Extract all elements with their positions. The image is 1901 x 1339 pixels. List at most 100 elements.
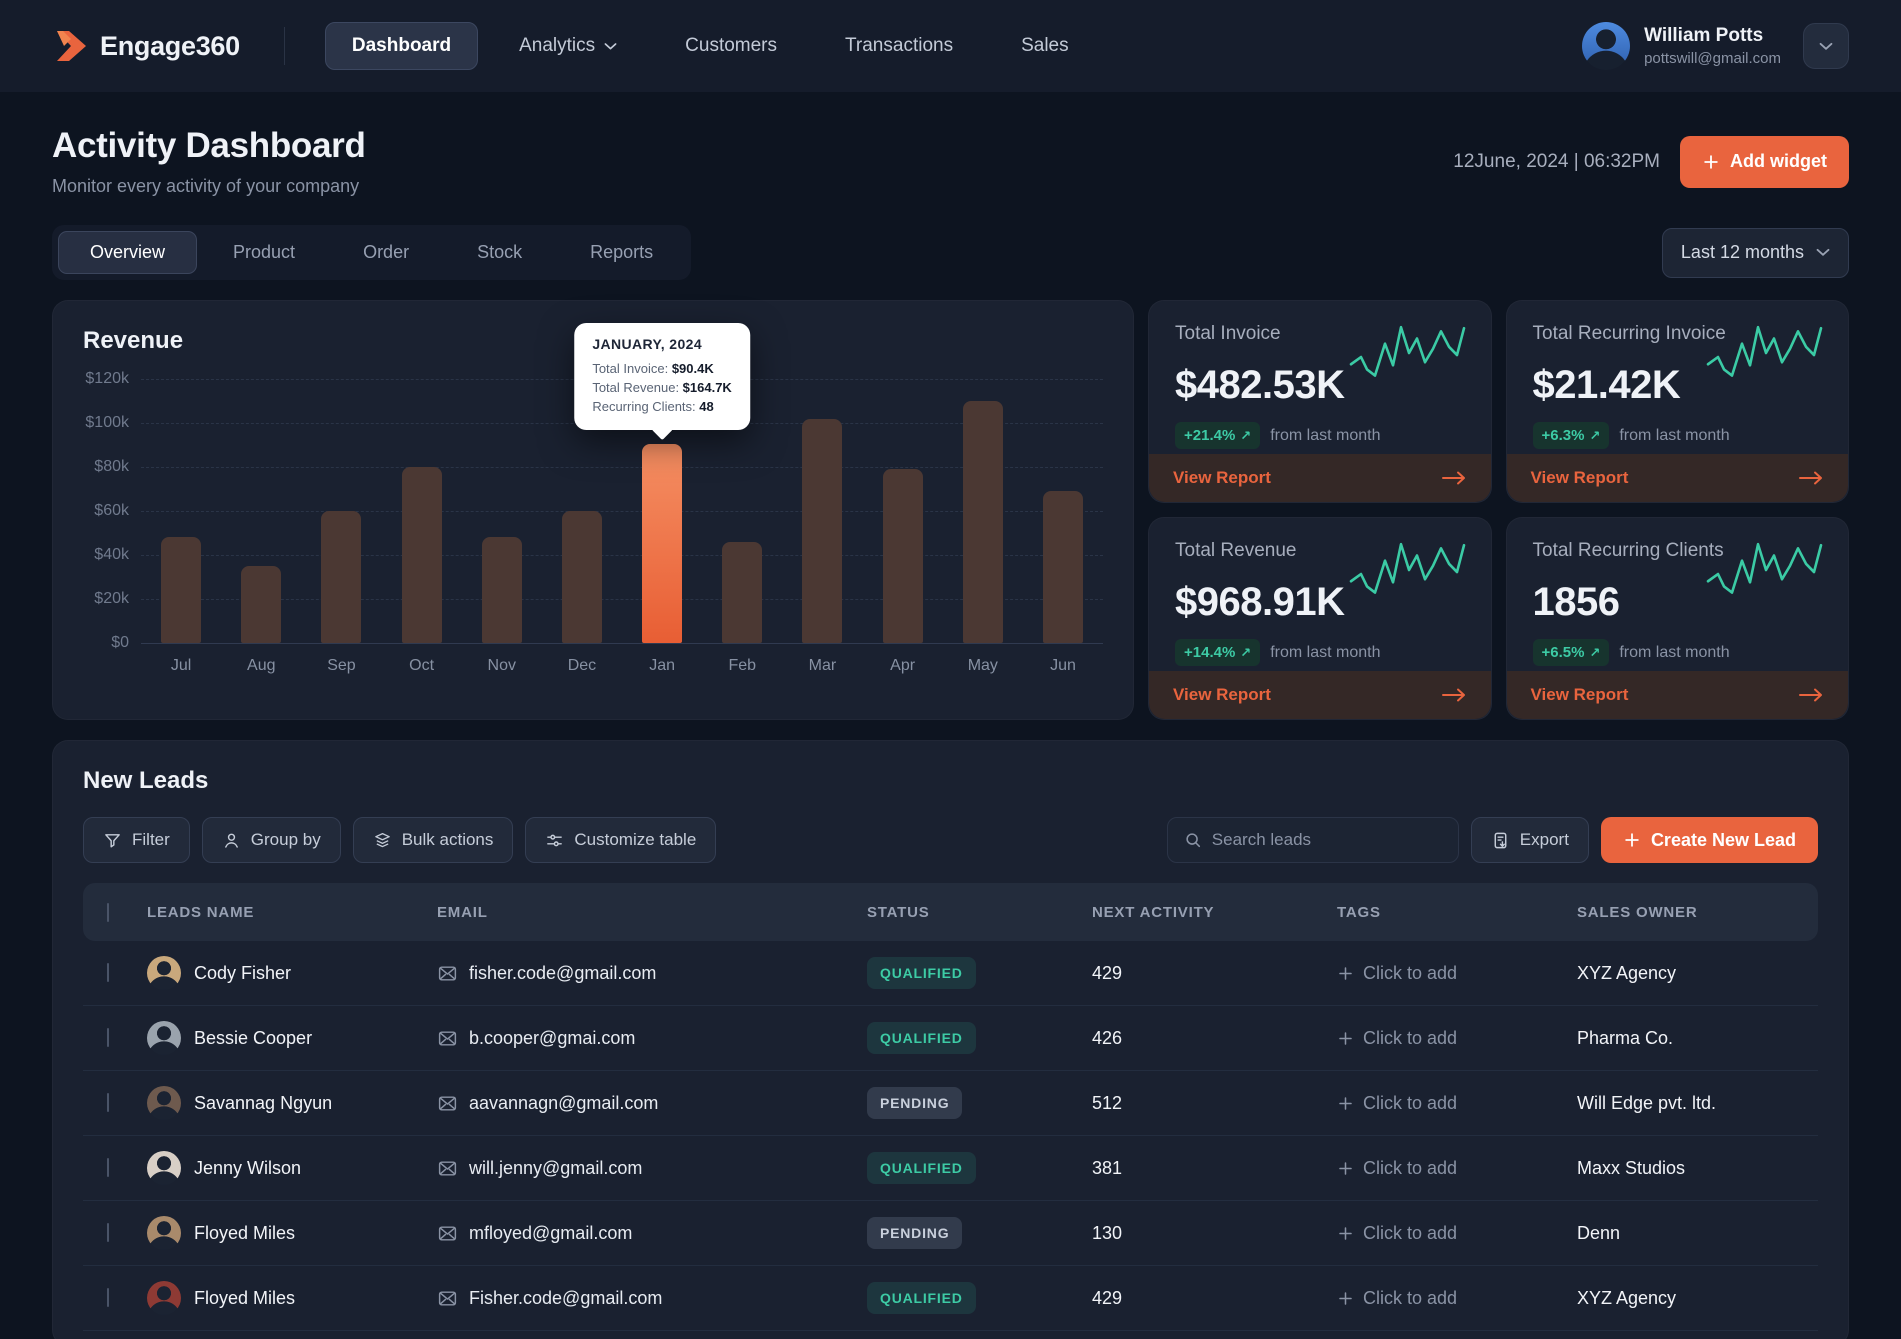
add-tag-label: Click to add xyxy=(1363,1027,1458,1048)
bar-jul[interactable] xyxy=(161,537,202,643)
create-new-lead-button[interactable]: Create New Lead xyxy=(1600,817,1818,863)
plus-icon xyxy=(1337,1095,1354,1112)
tab-order[interactable]: Order xyxy=(331,231,441,274)
lead-email-cell: Fisher.code@gmail.com xyxy=(437,1288,867,1309)
bar-slot xyxy=(221,379,301,643)
filter-label: Filter xyxy=(132,830,170,849)
mail-icon xyxy=(437,963,458,984)
bulk-actions-label: Bulk actions xyxy=(401,830,494,849)
row-checkbox[interactable] xyxy=(107,1223,109,1242)
sparkline-icon xyxy=(1706,325,1823,377)
bar-apr[interactable] xyxy=(882,469,923,643)
x-tick-label: Oct xyxy=(409,657,435,674)
bar-mar[interactable] xyxy=(802,419,843,643)
group-by-button[interactable]: Group by xyxy=(201,817,341,863)
lead-name: Savannag Ngyun xyxy=(194,1092,333,1113)
add-tag-button[interactable]: Click to add xyxy=(1337,963,1577,984)
user-avatar[interactable] xyxy=(1582,22,1631,70)
customize-table-button[interactable]: Customize table xyxy=(525,817,717,863)
bar-oct[interactable] xyxy=(401,467,442,643)
lead-email-cell: aavannagn@gmail.com xyxy=(437,1093,867,1114)
add-tag-button[interactable]: Click to add xyxy=(1337,1028,1577,1049)
table-row[interactable]: Bessie Cooper b.cooper@gmai.com QUALIFIE… xyxy=(83,1006,1818,1071)
sparkline-icon xyxy=(1349,325,1465,377)
tab-product[interactable]: Product xyxy=(201,231,327,274)
plus-icon xyxy=(1337,1225,1354,1242)
column-header-tags[interactable]: TAGS xyxy=(1337,904,1577,921)
table-row[interactable]: Floyed Miles Fisher.code@gmail.com QUALI… xyxy=(83,1266,1818,1331)
lead-email: fisher.code@gmail.com xyxy=(469,962,657,983)
tab-reports[interactable]: Reports xyxy=(558,231,685,274)
period-select[interactable]: Last 12 months xyxy=(1661,227,1849,278)
revenue-card: Revenue $120k $100k $80k $60k $40k $20k $0 JAN… xyxy=(52,300,1134,720)
tab-overview[interactable]: Overview xyxy=(58,231,198,274)
leads-table: LEADS NAME EMAIL STATUS NEXT ACTIVITY TAGS SA… xyxy=(83,883,1818,1331)
column-header-status[interactable]: STATUS xyxy=(867,904,1092,921)
table-row[interactable]: Jenny Wilson will.jenny@gmail.com QUALIF… xyxy=(83,1136,1818,1201)
user-area: William Potts pottswill@gmail.com xyxy=(1582,22,1849,70)
x-tick-label: Dec xyxy=(567,657,597,674)
row-checkbox[interactable] xyxy=(107,963,109,982)
arrow-right-icon xyxy=(1441,688,1467,702)
table-row[interactable]: Savannag Ngyun aavannagn@gmail.com PENDI… xyxy=(83,1071,1818,1136)
select-all-checkbox[interactable] xyxy=(107,902,109,922)
column-header-leads-name[interactable]: LEADS NAME xyxy=(147,904,437,921)
gridline xyxy=(141,643,1103,644)
export-icon xyxy=(1491,831,1510,850)
y-tick-label: $60k xyxy=(94,502,129,519)
column-header-sales-owner[interactable]: SALES OWNER xyxy=(1577,904,1818,921)
tooltip-rows: Total Invoice: $90.4K Total Revenue: $164… xyxy=(592,359,732,416)
lead-name: Bessie Cooper xyxy=(194,1027,313,1048)
row-checkbox[interactable] xyxy=(107,1288,109,1307)
bar-feb[interactable] xyxy=(722,542,763,643)
bar-jan[interactable] xyxy=(642,444,683,643)
export-button[interactable]: Export xyxy=(1470,817,1589,863)
table-row[interactable]: Cody Fisher fisher.code@gmail.com QUALIF… xyxy=(83,941,1818,1006)
logo[interactable]: Engage360 xyxy=(52,28,240,64)
search-input[interactable] xyxy=(1211,830,1442,850)
bar-jun[interactable] xyxy=(1042,491,1083,643)
tab-stock[interactable]: Stock xyxy=(445,231,554,274)
sales-owner: Denn xyxy=(1577,1222,1621,1243)
filter-button[interactable]: Filter xyxy=(83,817,190,863)
arrow-up-right-icon: ↗ xyxy=(1589,644,1601,660)
plus-icon xyxy=(1702,153,1720,171)
row-checkbox[interactable] xyxy=(107,1158,109,1177)
add-tag-button[interactable]: Click to add xyxy=(1337,1288,1577,1309)
x-tick-label: Jan xyxy=(649,657,676,674)
bar-may[interactable] xyxy=(962,401,1003,643)
bar-sep[interactable] xyxy=(321,511,362,643)
nav-menu: Dashboard Analytics Customers Transactions S… xyxy=(324,22,1096,70)
nav-item-transactions[interactable]: Transactions xyxy=(818,22,980,70)
lead-name: Jenny Wilson xyxy=(194,1157,302,1178)
add-widget-button[interactable]: Add widget xyxy=(1680,135,1849,188)
plus-icon xyxy=(1337,1160,1354,1177)
page-title: Activity Dashboard xyxy=(52,126,366,165)
add-tag-button[interactable]: Click to add xyxy=(1337,1158,1577,1179)
nav-item-dashboard[interactable]: Dashboard xyxy=(324,22,479,70)
export-label: Export xyxy=(1519,830,1569,849)
column-header-next-activity[interactable]: NEXT ACTIVITY xyxy=(1092,904,1337,921)
bar-nov[interactable] xyxy=(481,537,522,643)
bulk-actions-button[interactable]: Bulk actions xyxy=(352,817,514,863)
bar-slot xyxy=(382,379,462,643)
nav-item-analytics[interactable]: Analytics xyxy=(492,22,644,70)
row-checkbox[interactable] xyxy=(107,1028,109,1047)
filter-icon xyxy=(103,831,122,850)
add-tag-button[interactable]: Click to add xyxy=(1337,1093,1577,1114)
view-report-button[interactable]: View Report xyxy=(1149,671,1491,719)
view-report-button[interactable]: View Report xyxy=(1506,454,1848,502)
table-row[interactable]: Floyed Miles mfloyed@gmail.com PENDING 1… xyxy=(83,1201,1818,1266)
bar-dec[interactable] xyxy=(561,511,602,643)
user-menu-button[interactable] xyxy=(1803,23,1849,69)
bar-aug[interactable] xyxy=(241,566,282,643)
nav-item-customers[interactable]: Customers xyxy=(658,22,804,70)
row-checkbox[interactable] xyxy=(107,1093,109,1112)
view-report-button[interactable]: View Report xyxy=(1149,454,1491,502)
add-tag-button[interactable]: Click to add xyxy=(1337,1223,1577,1244)
nav-item-sales[interactable]: Sales xyxy=(994,22,1096,70)
x-tick-label: Feb xyxy=(728,657,757,674)
view-report-button[interactable]: View Report xyxy=(1506,671,1848,719)
y-tick-label: $20k xyxy=(94,590,129,607)
column-header-email[interactable]: EMAIL xyxy=(437,904,867,921)
